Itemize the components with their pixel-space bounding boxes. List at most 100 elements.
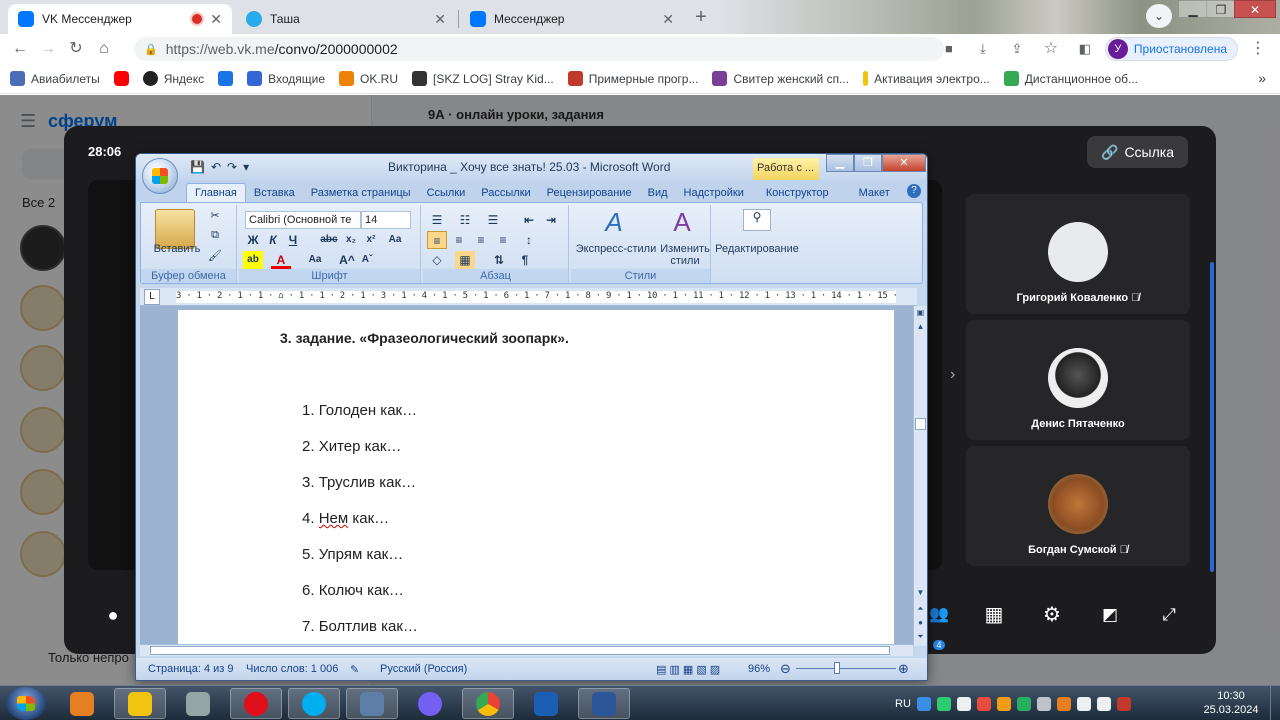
show-desktop-button[interactable] bbox=[1270, 686, 1280, 720]
fullscreen-icon[interactable]: ⤢ bbox=[1154, 600, 1184, 630]
bookmark-item[interactable]: Входящие bbox=[247, 71, 325, 86]
close-window-icon[interactable]: ✕ bbox=[1234, 0, 1276, 18]
close-tab-icon[interactable]: ✕ bbox=[434, 11, 446, 28]
bookmark-item[interactable]: Авиабилеты bbox=[10, 71, 100, 86]
bullets-icon[interactable]: ☰ bbox=[427, 211, 447, 229]
format-painter-icon[interactable]: 🖌 bbox=[207, 249, 223, 262]
camera-icon[interactable]: ■ bbox=[935, 35, 963, 63]
tray-icon[interactable] bbox=[1056, 696, 1071, 711]
browse-object-icon[interactable]: ● bbox=[914, 618, 927, 627]
page-counter[interactable]: Страница: 4 из 9 bbox=[148, 663, 234, 675]
office-button[interactable] bbox=[142, 158, 178, 194]
multilevel-list-icon[interactable]: ☰ bbox=[483, 211, 503, 229]
taskbar-app-viber[interactable] bbox=[404, 688, 456, 719]
tab-tasha[interactable]: Таша ✕ bbox=[236, 4, 456, 34]
install-icon[interactable]: ⤓ bbox=[969, 35, 997, 63]
align-center-icon[interactable]: ≡ bbox=[449, 231, 469, 249]
qat-dropdown-icon[interactable]: ▾ bbox=[243, 160, 249, 174]
bookmark-star-icon[interactable]: ☆ bbox=[1037, 35, 1065, 63]
increase-indent-icon[interactable]: ⇥ bbox=[541, 211, 561, 229]
bookmark-item[interactable]: Дистанционное об... bbox=[1003, 71, 1138, 86]
bookmark-item[interactable]: Примерные прогр... bbox=[567, 71, 698, 86]
tab-search-icon[interactable]: ⌄ bbox=[1146, 4, 1172, 28]
tab-review[interactable]: Рецензирование bbox=[539, 184, 640, 202]
bookmark-item[interactable]: Свитер женский сп... bbox=[712, 71, 849, 86]
font-name-select[interactable]: Calibri (Основной те bbox=[245, 211, 361, 229]
taskbar-app-opera[interactable] bbox=[230, 688, 282, 719]
tab-insert[interactable]: Вставка bbox=[246, 184, 303, 202]
proofing-icon[interactable]: ✎ bbox=[350, 663, 359, 676]
font-color-icon[interactable]: A bbox=[271, 251, 291, 269]
tray-icon[interactable] bbox=[1096, 696, 1111, 711]
horizontal-scrollbar[interactable] bbox=[140, 644, 913, 656]
highlight-icon[interactable]: ab bbox=[243, 251, 263, 269]
zoom-slider-knob[interactable] bbox=[834, 662, 840, 674]
tray-icon[interactable] bbox=[976, 696, 991, 711]
superscript-button[interactable]: x² bbox=[361, 231, 381, 249]
underline-button[interactable]: Ч bbox=[283, 231, 303, 249]
chat-icon[interactable]: ● bbox=[98, 600, 128, 630]
tab-mailings[interactable]: Рассылки bbox=[473, 184, 538, 202]
chevron-right-icon[interactable]: › bbox=[950, 366, 955, 384]
taskbar-app-word[interactable] bbox=[578, 688, 630, 719]
bookmark-item[interactable]: OK.RU bbox=[339, 71, 398, 86]
view-buttons[interactable]: ▤ ▥ ▦ ▧ ▨ bbox=[656, 663, 720, 676]
new-tab-icon[interactable]: + bbox=[688, 6, 714, 28]
previous-page-icon[interactable]: ⏶ bbox=[914, 604, 927, 614]
shrink-font-icon[interactable]: Aˇ bbox=[357, 251, 377, 269]
call-scrollbar[interactable] bbox=[1210, 262, 1214, 572]
taskbar-app-monitor[interactable] bbox=[346, 688, 398, 719]
taskbar-app-skype[interactable] bbox=[288, 688, 340, 719]
menu-icon[interactable]: ⋮ bbox=[1244, 35, 1272, 63]
maximize-icon[interactable]: ❐ bbox=[1206, 0, 1236, 18]
redo-icon[interactable]: ↷ bbox=[227, 160, 237, 174]
italic-button[interactable]: К bbox=[263, 231, 283, 249]
tray-icon[interactable] bbox=[1036, 696, 1051, 711]
settings-gear-icon[interactable]: ⚙ bbox=[1037, 600, 1067, 630]
bookmark-item[interactable]: [SKZ LOG] Stray Kid... bbox=[412, 71, 554, 86]
next-page-icon[interactable]: ⏷ bbox=[914, 632, 927, 642]
word-restore-icon[interactable]: ❐ bbox=[854, 154, 882, 172]
start-button[interactable] bbox=[6, 687, 46, 720]
minimize-icon[interactable]: ▁ bbox=[1178, 0, 1208, 18]
grow-font-icon[interactable]: A^ bbox=[337, 251, 357, 269]
participant-tile[interactable]: Денис Пятаченко bbox=[966, 320, 1190, 440]
profile-button[interactable]: У Приостановлена bbox=[1104, 37, 1238, 61]
save-icon[interactable]: 💾 bbox=[190, 160, 205, 174]
picture-in-picture-icon[interactable]: ◩ bbox=[1095, 600, 1125, 630]
tray-icon[interactable] bbox=[1016, 696, 1031, 711]
language[interactable]: Русский (Россия) bbox=[380, 663, 467, 675]
ruler-toggle-icon[interactable]: ▣ bbox=[914, 308, 927, 317]
scroll-up-icon[interactable]: ▲ bbox=[914, 322, 927, 331]
side-panel-icon[interactable]: ◧ bbox=[1071, 35, 1099, 63]
pilcrow-icon[interactable]: ¶ bbox=[515, 251, 535, 269]
font-case-icon[interactable]: Aa bbox=[305, 251, 325, 269]
taskbar-app-media-player[interactable] bbox=[56, 688, 108, 719]
sort-icon[interactable]: ⇅ bbox=[489, 251, 509, 269]
hscroll-thumb[interactable] bbox=[150, 646, 890, 655]
bookmark-item[interactable]: Активация электро... bbox=[863, 71, 990, 86]
home-icon[interactable]: ⌂ bbox=[90, 35, 118, 63]
align-right-icon[interactable]: ≡ bbox=[471, 231, 491, 249]
document-page[interactable]: 3. задание. «Фразеологический зоопарк». … bbox=[178, 310, 894, 644]
volume-icon[interactable] bbox=[956, 696, 971, 711]
undo-icon[interactable]: ↶ bbox=[211, 160, 221, 174]
taskbar-app-chrome[interactable] bbox=[462, 688, 514, 719]
tab-messenger[interactable]: Мессенджер ✕ bbox=[460, 4, 684, 34]
zoom-in-icon[interactable]: ⊕ bbox=[898, 661, 909, 677]
strikethrough-button[interactable]: abc bbox=[319, 231, 339, 249]
line-spacing-icon[interactable]: ↕ bbox=[519, 231, 539, 249]
borders-icon[interactable]: ▦ bbox=[455, 251, 475, 269]
reload-icon[interactable]: ↻ bbox=[62, 35, 90, 63]
system-clock[interactable]: 10:30 25.03.2024 bbox=[1196, 689, 1266, 717]
tab-design[interactable]: Конструктор bbox=[758, 184, 837, 202]
taskbar-app-shield[interactable] bbox=[520, 688, 572, 719]
share-icon[interactable]: ⇪ bbox=[1003, 35, 1031, 63]
scroll-thumb[interactable] bbox=[915, 418, 926, 430]
bookmark-item[interactable]: Яндекс bbox=[142, 71, 204, 86]
taskbar-app-explorer[interactable] bbox=[114, 688, 166, 719]
close-tab-icon[interactable]: ✕ bbox=[662, 11, 674, 28]
tab-vk-messenger[interactable]: VK Мессенджер ✕ bbox=[8, 4, 232, 34]
participant-tile[interactable]: Григорий Коваленко 🎙̸ bbox=[966, 194, 1190, 314]
bold-button[interactable]: Ж bbox=[243, 231, 263, 249]
